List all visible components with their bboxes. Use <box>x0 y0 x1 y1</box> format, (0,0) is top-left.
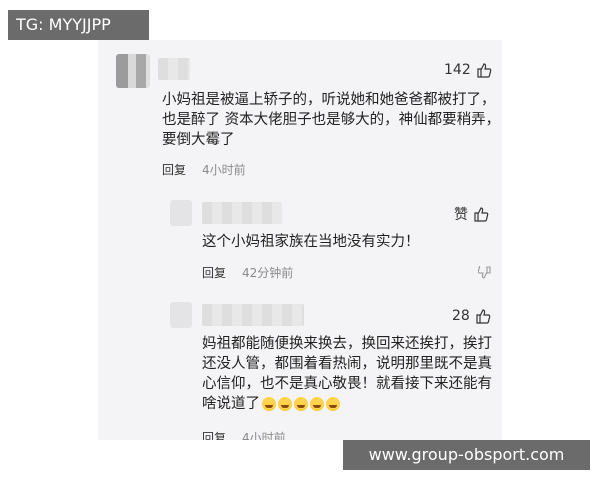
like-label: 赞 <box>454 207 468 223</box>
laughing-crying-emoji-icon <box>278 397 292 411</box>
laughing-crying-emoji-icon <box>262 397 276 411</box>
tg-label: TG: MYYJJPP <box>8 10 149 40</box>
like-button[interactable]: 142 <box>444 62 492 78</box>
reply-button[interactable]: 回复 <box>162 161 186 178</box>
timestamp: 4小时前 <box>202 163 246 177</box>
like-count: 142 <box>444 62 471 78</box>
thumbs-down-icon[interactable] <box>478 266 492 280</box>
comment-text: 妈祖都能随便换来换去，换回来还挨打，挨打 还没人管，都围着看热闹，说明那里既不是… <box>202 336 492 412</box>
like-button[interactable]: 赞 <box>454 204 489 224</box>
comment-meta: 回复 4小时前 <box>162 161 246 178</box>
comment-meta: 回复 4小时前 <box>202 429 286 440</box>
watermark-label: www.group-obsport.com <box>343 440 590 470</box>
comment-text: 小妈祖是被逼上轿子的，听说她和她爸爸都被打了， 也是醉了 资本大佬胆子也是够大的… <box>162 92 501 148</box>
thumbs-up-icon <box>476 309 491 324</box>
comment-text: 这个小妈祖家族在当地没有实力！ <box>202 234 420 250</box>
thumbs-up-icon <box>477 63 492 78</box>
reply-button[interactable]: 回复 <box>202 264 226 281</box>
user-avatar[interactable] <box>170 200 192 226</box>
user-avatar[interactable] <box>170 302 192 328</box>
like-count: 28 <box>452 308 470 324</box>
username-blurred[interactable] <box>202 202 282 224</box>
laughing-crying-emoji-icon <box>310 397 324 411</box>
timestamp: 42分钟前 <box>242 266 294 280</box>
username-blurred[interactable] <box>158 58 190 80</box>
comment-panel: 142 小妈祖是被逼上轿子的，听说她和她爸爸都被打了， 也是醉了 资本大佬胆子也… <box>98 40 502 440</box>
reply-button[interactable]: 回复 <box>202 429 226 440</box>
thumbs-up-icon <box>474 207 489 222</box>
user-avatar[interactable] <box>116 54 150 88</box>
comment-meta: 回复 42分钟前 <box>202 264 293 281</box>
laughing-crying-emoji-icon <box>294 397 308 411</box>
emoji-row <box>262 397 340 411</box>
laughing-crying-emoji-icon <box>326 397 340 411</box>
username-blurred[interactable] <box>202 304 304 326</box>
timestamp: 4小时前 <box>242 431 286 440</box>
like-button[interactable]: 28 <box>452 308 491 324</box>
